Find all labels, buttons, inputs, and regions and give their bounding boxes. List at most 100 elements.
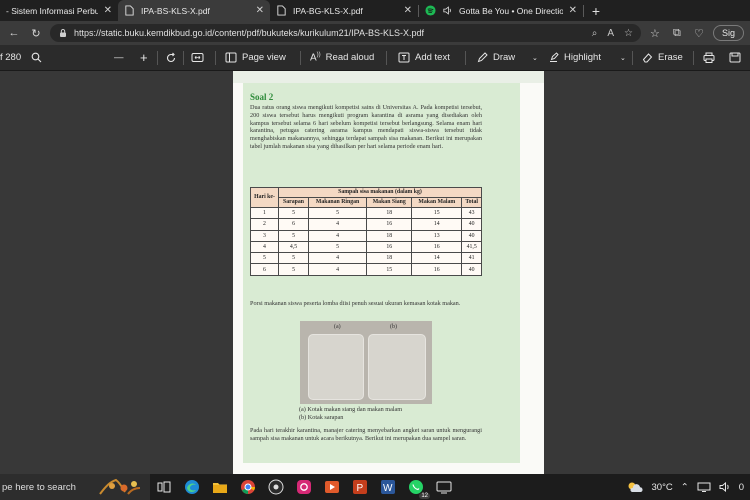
obs-icon[interactable] — [266, 477, 286, 497]
table-cell: 15 — [366, 263, 413, 276]
pdf-viewer[interactable]: Soal 2 Dua ratus orang siswa mengikuti k… — [0, 71, 750, 474]
table-cell: 5 — [277, 252, 310, 265]
chrome-icon[interactable] — [238, 477, 258, 497]
refresh-icon[interactable]: ↻ — [28, 25, 44, 41]
highlight-button[interactable]: Highlight — [548, 52, 601, 63]
table-column-headers: Sarapan Makanan Ringan Makan Siang Makan Ma… — [251, 197, 482, 208]
draw-button[interactable]: Draw — [477, 52, 515, 63]
toolbar-divider — [215, 50, 216, 65]
tab-strip: - Sistem Informasi Perbukua ✕ IPA-BS-KLS… — [0, 0, 750, 21]
speaker-icon[interactable] — [442, 5, 453, 16]
table-cell: 16 — [366, 218, 413, 231]
soal-paragraph-2: Porsi makanan siswa peserta lomba diisi … — [250, 300, 461, 307]
table-cell: 3 — [250, 229, 279, 242]
toolbar-divider — [157, 50, 158, 65]
zoom-in-button[interactable]: + — [140, 50, 148, 65]
toolbar-divider — [693, 50, 694, 65]
table-row: 1 5 5 18 15 43 — [250, 206, 482, 220]
search-icon[interactable] — [31, 52, 42, 63]
erase-button[interactable]: Erase — [642, 52, 683, 63]
close-icon[interactable]: ✕ — [104, 5, 112, 16]
tray-chevron-up-icon[interactable]: ⌃ — [681, 482, 689, 493]
soal-title: Soal 2 — [250, 92, 274, 102]
network-icon[interactable] — [697, 482, 711, 492]
pdf-file-icon — [277, 5, 286, 16]
task-view-icon[interactable] — [154, 477, 174, 497]
photo-label-b: (b) — [390, 324, 397, 330]
powerpoint-icon[interactable]: P — [350, 477, 370, 497]
table-cell: 16 — [411, 240, 463, 254]
table-cell: 4 — [308, 252, 368, 265]
instagram-icon[interactable] — [294, 477, 314, 497]
table-header-group: Sampah sisa makanan (dalam kg) — [278, 187, 482, 198]
table-cell: 15 — [411, 206, 463, 220]
edge-browser-icon[interactable] — [182, 477, 202, 497]
pdf-page: Soal 2 Dua ratus orang siswa mengikuti k… — [233, 71, 544, 474]
media-player-icon[interactable] — [322, 477, 342, 497]
page-view-button[interactable]: Page view — [225, 52, 286, 63]
save-icon[interactable] — [729, 52, 741, 63]
collections-icon[interactable]: ⧉ — [669, 25, 685, 41]
draw-chevron-down-icon[interactable]: ⌄ — [532, 54, 538, 62]
soal-paragraph-1: Dua ratus orang siswa mengikuti kompetis… — [250, 104, 482, 150]
url-field[interactable]: https://static.buku.kemdikbud.go.id/cont… — [50, 24, 641, 42]
lunch-box-photo: (a) (b) — [300, 321, 432, 404]
read-aloud-button[interactable]: A)) Read aloud — [310, 52, 374, 63]
tab-ipa-bs[interactable]: IPA-BS-KLS-X.pdf ✕ — [118, 0, 270, 21]
weather-temperature[interactable]: 30°C — [652, 482, 673, 493]
table-cell: 41 — [461, 252, 482, 265]
profile-sign-in-button[interactable]: Sig — [712, 25, 744, 41]
table-cell: 40 — [461, 218, 482, 231]
page-view-label: Page view — [242, 52, 286, 63]
close-icon[interactable]: ✕ — [569, 5, 577, 16]
browser-essentials-icon[interactable]: ♡ — [691, 25, 707, 41]
volume-icon[interactable] — [719, 482, 731, 492]
screen-capture-icon[interactable] — [434, 477, 454, 497]
tab-ipa-bg[interactable]: IPA-BG-KLS-X.pdf ✕ — [270, 0, 418, 21]
read-aloud-icon[interactable]: A — [607, 28, 614, 39]
back-icon[interactable]: ← — [6, 25, 22, 41]
food-waste-table: Hari ke- Sampah sisa makanan (dalam kg) … — [250, 187, 482, 276]
tab-label: IPA-BG-KLS-X.pdf — [293, 5, 363, 16]
print-icon[interactable] — [703, 52, 715, 63]
table-cell: 1 — [250, 206, 279, 220]
close-icon[interactable]: ✕ — [404, 5, 412, 16]
svg-text:P: P — [357, 483, 364, 494]
favorite-star-icon[interactable]: ☆ — [624, 28, 633, 39]
spotify-icon — [425, 5, 436, 16]
table-row: 5 5 4 18 14 41 — [250, 252, 482, 265]
add-text-icon — [398, 52, 410, 63]
weather-cloud-sun-icon[interactable] — [626, 481, 644, 493]
search-placeholder: pe here to search — [2, 481, 76, 493]
favorites-icon[interactable]: ☆ — [647, 25, 663, 41]
table-cell: 5 — [277, 229, 310, 242]
table-cell: 16 — [411, 263, 463, 276]
taskbar-search-box[interactable]: pe here to search — [0, 474, 150, 500]
tab-spotify[interactable]: Gotta Be You • One Directio ✕ — [419, 0, 583, 21]
highlight-chevron-down-icon[interactable]: ⌄ — [620, 54, 626, 62]
close-icon[interactable]: ✕ — [256, 5, 264, 16]
tab-label: Gotta Be You • One Directio — [459, 5, 563, 16]
zoom-out-button[interactable]: — — [114, 52, 124, 63]
pdf-file-icon — [125, 5, 134, 16]
whatsapp-icon[interactable]: 12 — [406, 477, 430, 499]
fit-page-icon[interactable] — [191, 52, 204, 63]
photo-label-a: (a) — [334, 324, 341, 330]
table-row: 4 4,5 5 16 16 41,5 — [250, 240, 482, 254]
file-explorer-icon[interactable] — [210, 477, 230, 497]
table-column-header: Makan Malam — [411, 197, 463, 208]
toolbar-divider — [183, 50, 184, 65]
page-view-icon — [225, 52, 237, 63]
tab-sistem-informasi[interactable]: - Sistem Informasi Perbukua ✕ — [0, 0, 118, 21]
add-text-button[interactable]: Add text — [398, 52, 450, 63]
new-tab-button[interactable]: + — [584, 0, 608, 21]
add-text-label: Add text — [415, 52, 450, 63]
table-cell: 18 — [366, 229, 413, 242]
table-column-header: Total — [461, 197, 482, 208]
photo-caption-b: (b) Kotak sarapan — [299, 414, 344, 421]
zoom-icon[interactable]: ⌕ — [592, 28, 598, 39]
search-highlight-art-icon — [99, 478, 141, 495]
clock[interactable]: 0 — [739, 482, 744, 493]
word-icon[interactable]: W — [378, 477, 398, 497]
rotate-icon[interactable] — [165, 52, 177, 64]
